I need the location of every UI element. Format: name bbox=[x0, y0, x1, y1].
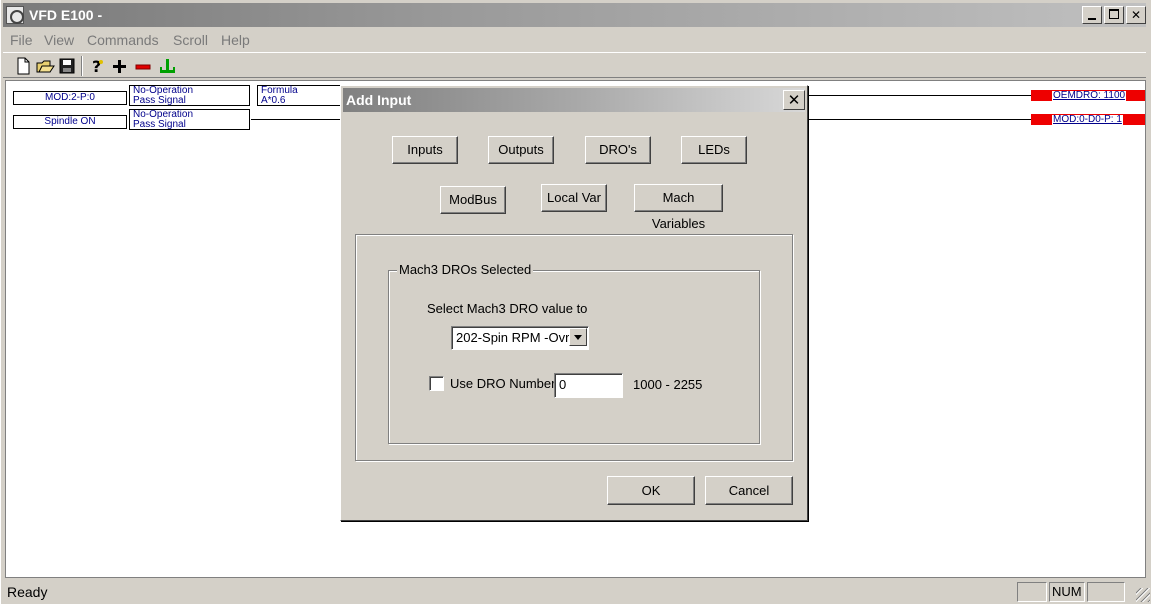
ladder-output-label: MOD:0-D0-P: 1 bbox=[1052, 114, 1123, 125]
local-var-button[interactable]: Local Var bbox=[541, 184, 607, 212]
chevron-down-icon[interactable] bbox=[569, 328, 587, 346]
menu-bar: File View Commands Scroll Help bbox=[3, 28, 1146, 50]
dro-select-value: 202-Spin RPM -Ovr bbox=[456, 330, 570, 345]
inputs-button[interactable]: Inputs bbox=[392, 136, 458, 164]
toolbar: ? bbox=[3, 52, 1146, 78]
close-button[interactable]: ✕ bbox=[1126, 6, 1146, 24]
dro-select[interactable]: 202-Spin RPM -Ovr bbox=[451, 326, 589, 350]
ladder-op-line2: Pass Signal bbox=[133, 95, 186, 106]
modbus-button[interactable]: ModBus bbox=[440, 186, 506, 214]
dro-number-input[interactable]: 0 bbox=[554, 373, 623, 398]
dialog-close-button[interactable]: ✕ bbox=[783, 90, 805, 110]
groupbox-legend: Mach3 DROs Selected bbox=[397, 262, 534, 277]
app-icon[interactable] bbox=[6, 6, 24, 24]
ladder-wire bbox=[809, 119, 1034, 120]
dialog-title-bar: Add Input ✕ bbox=[343, 88, 805, 112]
maximize-icon bbox=[1109, 9, 1119, 19]
new-file-icon[interactable] bbox=[13, 56, 33, 76]
status-bar: Ready NUM bbox=[1, 580, 1151, 604]
close-icon: ✕ bbox=[787, 91, 801, 109]
ladder-output-label: OEMDRO: 1100 bbox=[1052, 90, 1127, 101]
menu-help[interactable]: Help bbox=[221, 32, 250, 48]
close-icon: ✕ bbox=[1130, 8, 1142, 22]
status-pane-num: NUM bbox=[1049, 582, 1085, 602]
window-title: VFD E100 - bbox=[29, 7, 103, 23]
minimize-icon bbox=[1088, 18, 1096, 20]
ladder-op-line2: Pass Signal bbox=[133, 119, 186, 130]
dros-button[interactable]: DRO's bbox=[585, 136, 651, 164]
ladder-input-box[interactable]: Spindle ON bbox=[13, 115, 127, 129]
title-bar: VFD E100 - ✕ bbox=[3, 3, 1146, 27]
outputs-button[interactable]: Outputs bbox=[488, 136, 554, 164]
menu-view[interactable]: View bbox=[44, 32, 74, 48]
status-text: Ready bbox=[7, 584, 48, 600]
status-pane-caps bbox=[1017, 582, 1047, 602]
dialog-title: Add Input bbox=[346, 92, 412, 108]
toolbar-separator bbox=[81, 56, 83, 76]
cancel-button[interactable]: Cancel bbox=[705, 476, 793, 505]
maximize-button[interactable] bbox=[1104, 6, 1124, 24]
svg-text:?: ? bbox=[92, 57, 101, 76]
ladder-formula-box[interactable]: Formula A*0.6 bbox=[257, 85, 343, 106]
use-dro-number-label[interactable]: Use DRO Number bbox=[450, 376, 555, 391]
ladder-wire bbox=[251, 119, 343, 120]
menu-scroll[interactable]: Scroll bbox=[173, 32, 208, 48]
ladder-formula-line2: A*0.6 bbox=[261, 95, 286, 106]
help-icon[interactable]: ? bbox=[87, 56, 107, 76]
leds-button[interactable]: LEDs bbox=[681, 136, 747, 164]
remove-icon[interactable] bbox=[133, 56, 153, 76]
add-input-dialog: Add Input ✕ Inputs Outputs DRO's LEDs Mo… bbox=[340, 85, 808, 521]
select-dro-label: Select Mach3 DRO value to bbox=[427, 301, 588, 316]
range-hint: 1000 - 2255 bbox=[633, 377, 703, 392]
ok-button[interactable]: OK bbox=[607, 476, 695, 505]
open-folder-icon[interactable] bbox=[35, 56, 55, 76]
mach-variables-button[interactable]: Mach Variables bbox=[634, 184, 723, 231]
menu-commands[interactable]: Commands bbox=[87, 32, 159, 48]
resize-grip[interactable] bbox=[1136, 588, 1150, 602]
status-pane-scroll bbox=[1087, 582, 1125, 602]
minimize-button[interactable] bbox=[1082, 6, 1102, 24]
ladder-input-box[interactable]: MOD:2-P:0 bbox=[13, 91, 127, 105]
add-icon[interactable] bbox=[109, 56, 129, 76]
dro-groupbox: Mach3 DROs Selected bbox=[388, 262, 760, 444]
use-dro-number-checkbox[interactable] bbox=[429, 376, 444, 391]
ladder-operation-box[interactable]: No-Operation Pass Signal bbox=[129, 109, 250, 130]
menu-file[interactable]: File bbox=[10, 32, 33, 48]
save-disk-icon[interactable] bbox=[57, 56, 77, 76]
ladder-wire bbox=[809, 95, 1034, 96]
ladder-operation-box[interactable]: No-Operation Pass Signal bbox=[129, 85, 250, 106]
insert-icon[interactable] bbox=[157, 56, 177, 76]
